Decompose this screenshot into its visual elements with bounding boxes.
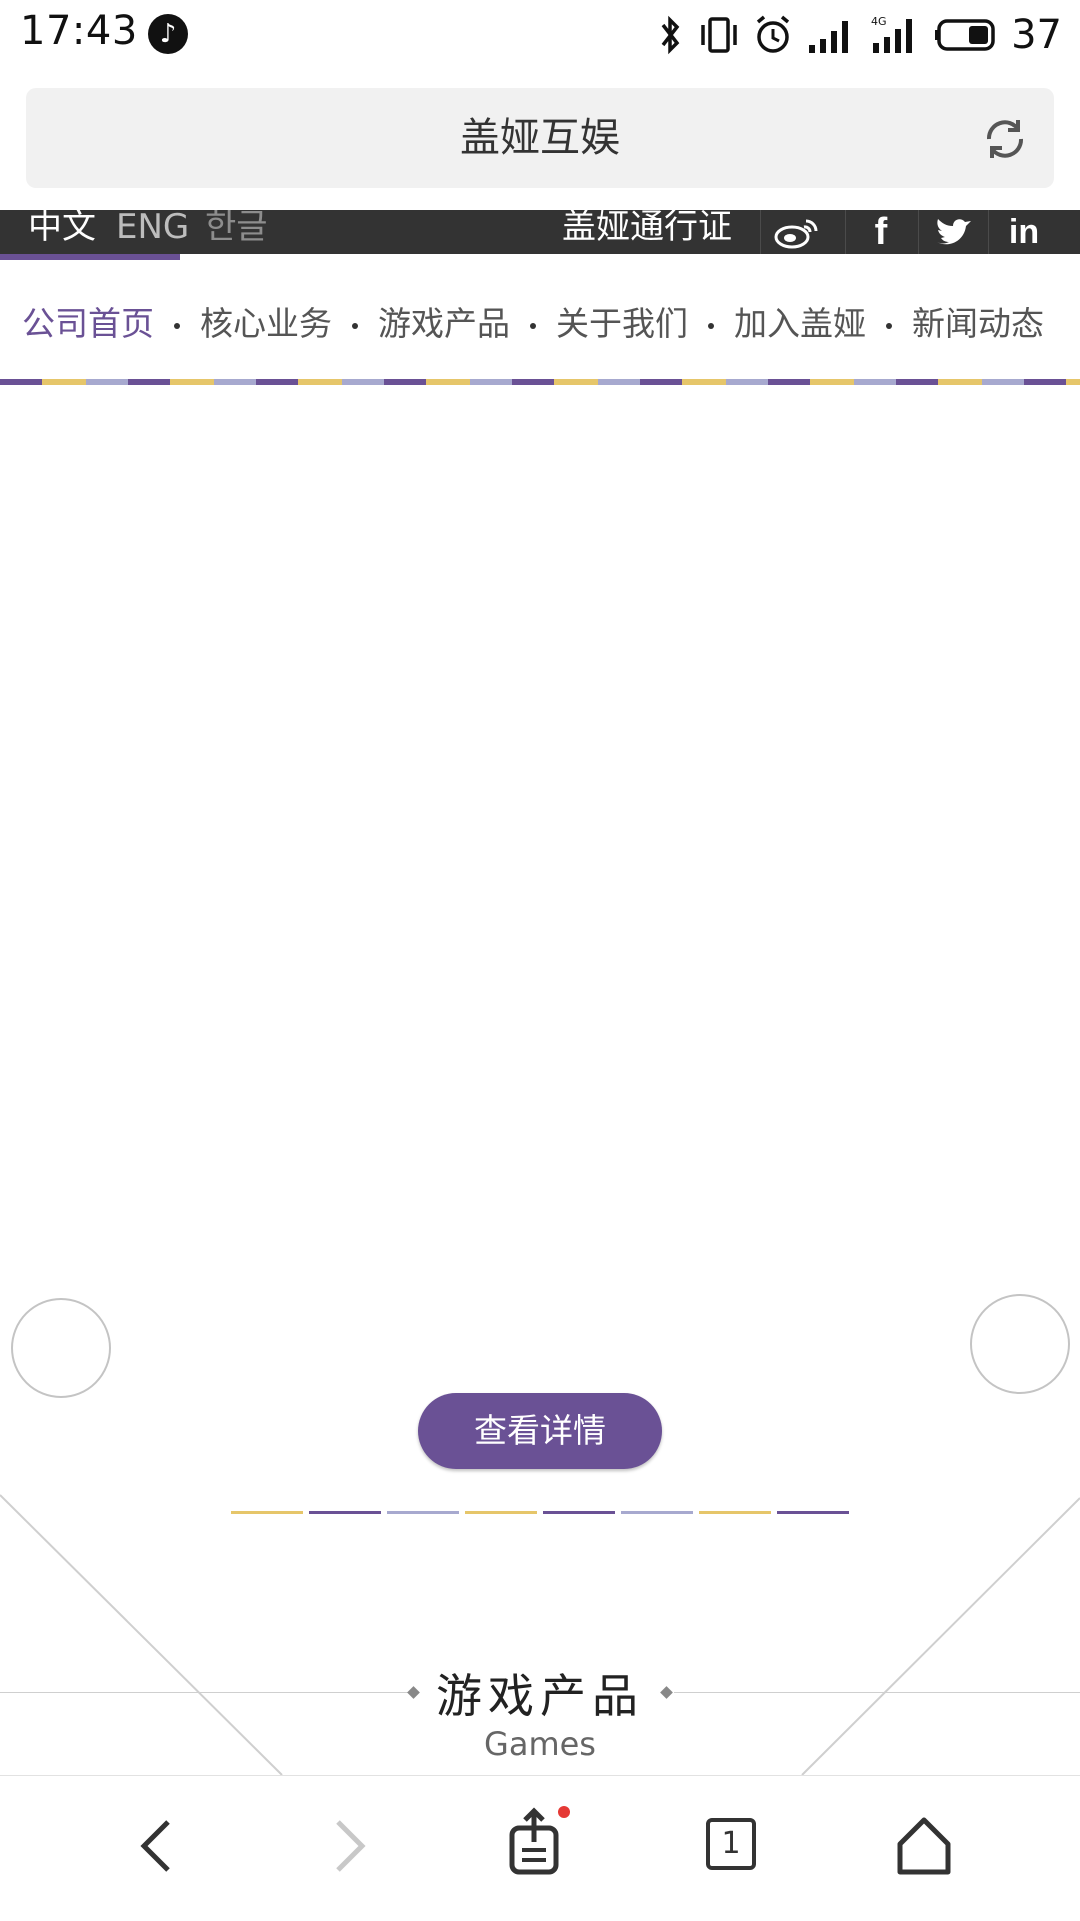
active-lang-indicator	[0, 254, 180, 260]
nav-item-news[interactable]: 新闻动态	[912, 297, 1044, 345]
passport-link[interactable]: 盖娅通行证	[562, 210, 732, 244]
svg-text:4G: 4G	[871, 15, 887, 28]
address-bar[interactable]: 盖娅互娱	[26, 88, 1054, 188]
lang-chinese[interactable]: 中文	[28, 210, 96, 254]
status-time: 17:43	[20, 8, 138, 54]
linkedin-icon[interactable]: in	[988, 210, 1059, 254]
tabs-button[interactable]: 1	[692, 1806, 772, 1886]
nav-separator	[530, 323, 536, 329]
lang-korean[interactable]: 한글	[205, 210, 268, 254]
main-nav: 公司首页 核心业务 游戏产品 关于我们 加入盖娅 新闻动态	[22, 296, 1044, 346]
4g-signal-icon: 4G	[871, 15, 913, 53]
pager-dot[interactable]	[621, 1511, 693, 1514]
carousel-next-button[interactable]	[970, 1294, 1070, 1394]
carousel-prev-button[interactable]	[11, 1298, 111, 1398]
facebook-icon[interactable]: f	[845, 210, 916, 254]
home-icon[interactable]	[884, 1806, 964, 1886]
nav-separator	[886, 323, 892, 329]
weibo-icon[interactable]	[760, 210, 831, 254]
pager-dot[interactable]	[387, 1511, 459, 1514]
site-top-bar: 中文 ENG 한글 盖娅通行证 f in	[0, 210, 1080, 254]
nav-item-about[interactable]: 关于我们	[556, 297, 688, 345]
pager-dot[interactable]	[309, 1511, 381, 1514]
pager-dot[interactable]	[777, 1511, 849, 1514]
forward-icon[interactable]	[308, 1806, 388, 1886]
signal-icon	[809, 21, 849, 53]
nav-separator	[174, 323, 180, 329]
nav-item-games[interactable]: 游戏产品	[378, 297, 510, 345]
pager-dot[interactable]	[699, 1511, 771, 1514]
tab-count: 1	[706, 1818, 756, 1870]
back-icon[interactable]	[118, 1806, 198, 1886]
section-subtitle: Games	[484, 1725, 596, 1763]
pager-dot[interactable]	[543, 1511, 615, 1514]
lang-english[interactable]: ENG	[116, 210, 189, 254]
alarm-icon	[756, 15, 790, 53]
section-title: 游戏产品	[436, 1669, 644, 1723]
view-details-button[interactable]: 查看详情	[418, 1393, 662, 1469]
carousel-pager	[231, 1511, 849, 1514]
decorative-stripe	[0, 379, 1080, 385]
nav-item-business[interactable]: 核心业务	[200, 297, 332, 345]
pager-dot[interactable]	[465, 1511, 537, 1514]
nav-item-home[interactable]: 公司首页	[22, 297, 154, 345]
twitter-icon[interactable]	[918, 210, 989, 254]
pager-dot[interactable]	[231, 1511, 303, 1514]
nav-separator	[352, 323, 358, 329]
share-icon[interactable]	[500, 1806, 580, 1886]
battery-level: 37	[1011, 12, 1062, 58]
browser-bottom-bar: 1	[0, 1775, 1080, 1921]
nav-separator	[708, 323, 714, 329]
bluetooth-icon	[661, 15, 680, 55]
status-icons: 4G 37	[655, 8, 1062, 62]
battery-icon	[935, 19, 995, 51]
status-bar: 17:43 ♪ 4G 37	[0, 0, 1080, 70]
page-title[interactable]: 盖娅互娱	[26, 88, 1054, 188]
reload-icon[interactable]	[980, 114, 1030, 164]
nav-item-join[interactable]: 加入盖娅	[734, 297, 866, 345]
app-notification-icon: ♪	[148, 14, 188, 54]
vibrate-icon	[701, 17, 737, 53]
